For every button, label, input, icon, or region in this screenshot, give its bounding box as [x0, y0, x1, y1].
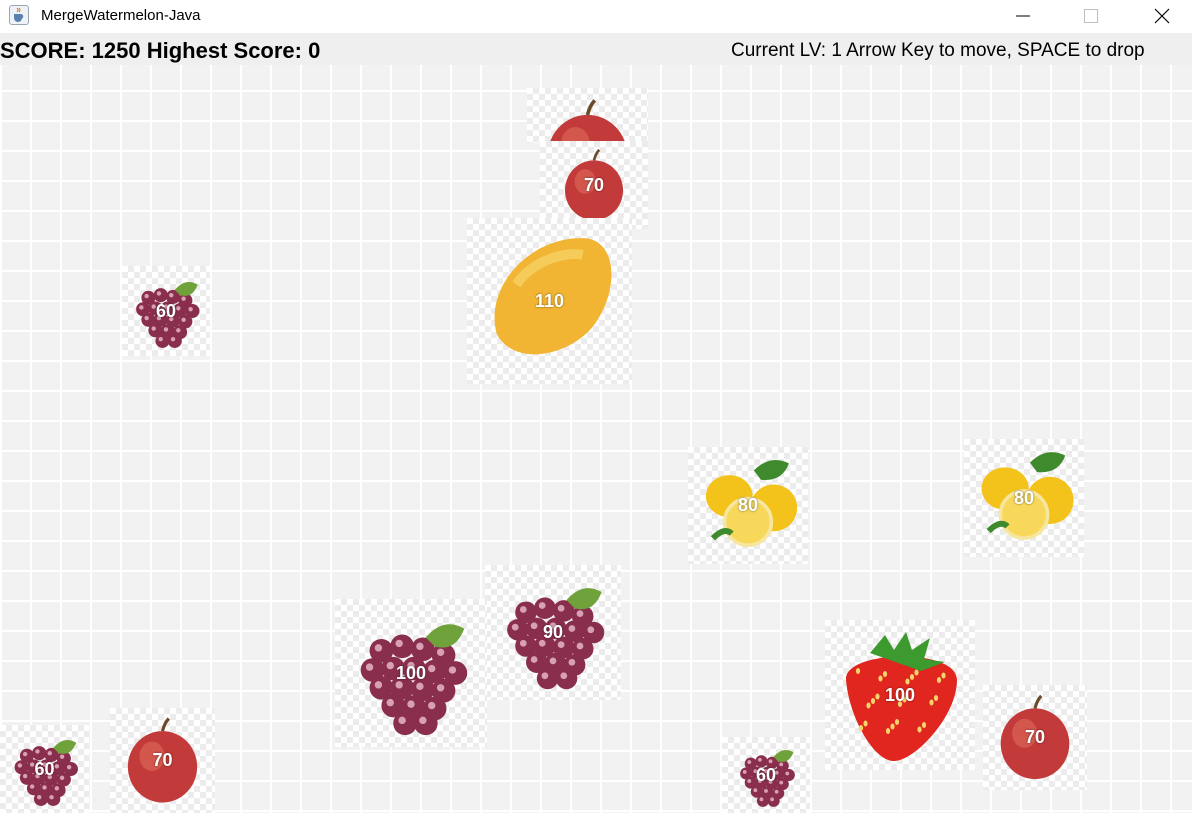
mango-fruit: 110: [467, 218, 632, 384]
fruit-value-label: 100: [395, 662, 427, 683]
apple-icon: [549, 99, 626, 143]
grape-fruit: 60: [122, 266, 210, 356]
apple-fruit: 70: [983, 685, 1087, 790]
window-title: MergeWatermelon-Java: [41, 7, 201, 24]
score-readout: SCORE: 1250 Highest Score: 0: [0, 38, 321, 63]
minimize-button[interactable]: [1000, 0, 1046, 33]
fruit-value-label: 100: [884, 684, 916, 705]
grape-fruit: 90: [485, 565, 621, 700]
close-icon: [1154, 8, 1170, 24]
maximize-button[interactable]: [1068, 0, 1114, 33]
fruit-value-label: 70: [152, 750, 173, 770]
apple-fruit: 70: [540, 141, 648, 229]
fruit-value-label: 60: [755, 764, 777, 785]
lemon-fruit: 80: [688, 447, 808, 564]
fruit-value-label: 80: [1013, 487, 1035, 508]
fruit-value-label: 80: [737, 495, 759, 515]
grape-fruit: 60: [0, 725, 89, 813]
minimize-icon: [1016, 15, 1030, 17]
hud-bar: SCORE: 1250 Highest Score: 0 Current LV:…: [0, 33, 1192, 65]
java-cup-icon: [9, 5, 29, 25]
lemon-fruit: 80: [964, 439, 1084, 557]
fruit-value-label: 60: [34, 758, 55, 779]
fruit-value-label: 90: [542, 622, 564, 642]
fruit-value-label: 110: [534, 290, 565, 311]
title-bar: MergeWatermelon-Java: [0, 0, 1192, 33]
fruit-value-label: 70: [1024, 727, 1046, 747]
grape-fruit: 60: [722, 737, 810, 813]
grape-fruit: 100: [335, 599, 487, 747]
maximize-icon: [1084, 9, 1098, 23]
apple-fruit: 70: [110, 708, 215, 813]
apple-fruit: [527, 88, 648, 143]
fruit-value-label: 60: [155, 300, 177, 321]
level-and-controls-hint: Current LV: 1 Arrow Key to move, SPACE t…: [731, 40, 1145, 61]
strawberry-fruit: 100: [825, 620, 975, 770]
fruit-value-label: 70: [583, 174, 605, 195]
close-button[interactable]: [1139, 0, 1185, 33]
game-board[interactable]: 70 110 60 80 80 90 100 100 70 60 70 60: [0, 65, 1192, 813]
